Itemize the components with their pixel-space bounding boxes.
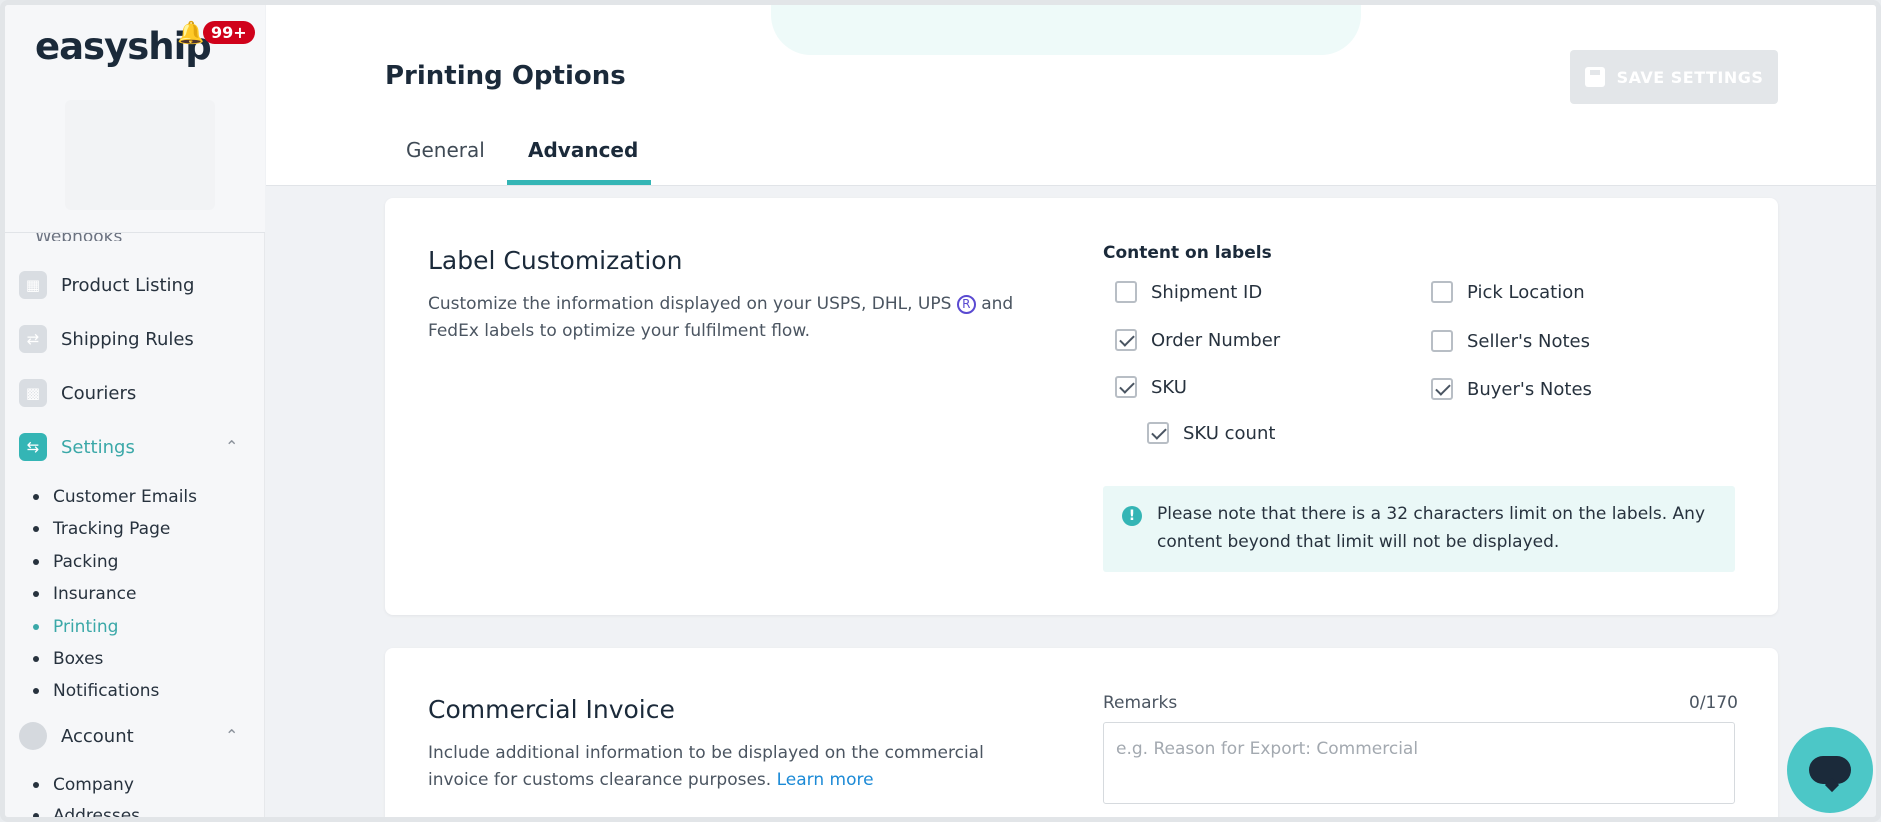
remarks-char-count: 0/170 xyxy=(1689,693,1738,713)
checkbox[interactable] xyxy=(1147,422,1169,444)
bell-icon[interactable]: 🔔 xyxy=(177,21,204,46)
checkbox[interactable] xyxy=(1115,281,1137,303)
chat-button[interactable] xyxy=(1787,727,1873,813)
checkbox[interactable] xyxy=(1431,281,1453,303)
commercial-invoice-card: Commercial Invoice Include additional in… xyxy=(385,648,1778,817)
sidebar-subitem-packing[interactable]: Packing xyxy=(33,552,118,572)
remarks-input[interactable] xyxy=(1103,722,1735,804)
app-window: Webhooks easyship 🔔 99+ ▦ Product Listin… xyxy=(0,0,1881,822)
remarks-label: Remarks xyxy=(1103,693,1178,713)
subitem-label: Printing xyxy=(53,617,119,637)
sidebar-item-label: Settings xyxy=(61,436,135,458)
sidebar-item-label: Couriers xyxy=(61,382,137,404)
sidebar-subitem-insurance[interactable]: Insurance xyxy=(33,584,136,604)
avatar xyxy=(19,722,47,750)
sidebar-subitem-printing[interactable]: Printing xyxy=(33,617,118,637)
checkbox-sku-count[interactable]: SKU count xyxy=(1147,422,1275,444)
sidebar-subitem-notifications[interactable]: Notifications xyxy=(33,681,159,701)
character-limit-note: ! Please note that there is a 32 charact… xyxy=(1103,486,1735,572)
notification-badge[interactable]: 99+ xyxy=(203,21,255,44)
bullet-icon xyxy=(33,624,39,630)
sidebar-item-label: Product Listing xyxy=(61,274,195,296)
section-description: Customize the information displayed on y… xyxy=(428,291,1038,345)
save-icon xyxy=(1584,67,1605,87)
bullet-icon xyxy=(33,782,39,788)
tab-general[interactable]: General xyxy=(406,138,485,162)
sidebar-item-couriers[interactable]: ▩ Couriers xyxy=(19,376,136,410)
checkbox[interactable] xyxy=(1431,330,1453,352)
checkbox-label: Shipment ID xyxy=(1151,281,1263,303)
checkbox-shipment-id[interactable]: Shipment ID xyxy=(1115,281,1262,303)
active-tab-indicator xyxy=(507,180,651,185)
note-text: Please note that there is a 32 character… xyxy=(1157,504,1706,552)
subitem-label: Company xyxy=(53,775,134,795)
chat-icon xyxy=(1809,756,1851,784)
sidebar-item-label: Account xyxy=(61,725,134,747)
checkbox[interactable] xyxy=(1115,329,1137,351)
subitem-label: Addresses xyxy=(53,806,141,822)
sidebar-item-product-listing[interactable]: ▦ Product Listing xyxy=(19,268,194,302)
checkbox-sku[interactable]: SKU xyxy=(1115,376,1187,398)
section-description: Include additional information to be dis… xyxy=(428,740,1038,794)
bullet-icon xyxy=(33,494,39,500)
checkbox-label: Pick Location xyxy=(1467,281,1585,303)
checkbox-label: SKU xyxy=(1151,376,1187,398)
section-title: Label Customization xyxy=(428,246,683,275)
chevron-up-icon[interactable]: ⌃ xyxy=(225,726,238,745)
sidebar-subitem-company[interactable]: Company xyxy=(33,775,134,795)
subitem-label: Insurance xyxy=(53,584,137,604)
checkbox-label: Order Number xyxy=(1151,329,1281,351)
description-text: Customize the information displayed on y… xyxy=(428,294,952,314)
page-title: Printing Options xyxy=(385,61,626,91)
section-title: Commercial Invoice xyxy=(428,695,675,724)
subitem-label: Notifications xyxy=(53,681,160,701)
checkbox[interactable] xyxy=(1115,376,1137,398)
content-on-labels-heading: Content on labels xyxy=(1103,243,1272,263)
learn-more-link[interactable]: Learn more xyxy=(777,770,874,790)
sidebar-item-account[interactable]: Account xyxy=(19,719,134,753)
sidebar-item-shipping-rules[interactable]: ⇄ Shipping Rules xyxy=(19,322,194,356)
subitem-label: Boxes xyxy=(53,649,104,669)
sidebar-placeholder xyxy=(65,100,215,210)
description-text: Include additional information to be dis… xyxy=(428,743,984,790)
save-settings-button[interactable]: SAVE SETTINGS xyxy=(1570,50,1778,104)
checkbox-sellers-notes[interactable]: Seller's Notes xyxy=(1431,330,1590,352)
sidebar-subitem-boxes[interactable]: Boxes xyxy=(33,649,103,669)
registered-mark-icon: R xyxy=(956,295,976,314)
subitem-label: Tracking Page xyxy=(53,519,171,539)
checkbox-buyers-notes[interactable]: Buyer's Notes xyxy=(1431,378,1592,400)
sidebar-item-label: Shipping Rules xyxy=(61,328,194,350)
top-banner xyxy=(771,5,1361,55)
couriers-icon: ▩ xyxy=(19,379,47,407)
bullet-icon xyxy=(33,559,39,565)
sidebar-header: easyship 🔔 99+ xyxy=(5,5,265,233)
sidebar-subitem-addresses[interactable]: Addresses xyxy=(33,806,141,822)
shipping-rules-icon: ⇄ xyxy=(19,325,47,353)
sidebar-subitem-customer-emails[interactable]: Customer Emails xyxy=(33,487,197,507)
settings-icon: ⇆ xyxy=(19,433,47,461)
info-icon: ! xyxy=(1122,506,1142,526)
checkbox[interactable] xyxy=(1431,378,1453,400)
save-button-label: SAVE SETTINGS xyxy=(1616,67,1764,87)
sidebar-item-settings[interactable]: ⇆ Settings xyxy=(19,430,135,464)
subitem-label: Customer Emails xyxy=(53,487,198,507)
checkbox-pick-location[interactable]: Pick Location xyxy=(1431,281,1585,303)
product-listing-icon: ▦ xyxy=(19,271,47,299)
page-header: Printing Options SAVE SETTINGS General A… xyxy=(266,5,1876,186)
checkbox-label: Buyer's Notes xyxy=(1467,378,1592,400)
subitem-label: Packing xyxy=(53,552,119,572)
sidebar: Webhooks easyship 🔔 99+ ▦ Product Listin… xyxy=(5,5,265,822)
bullet-icon xyxy=(33,688,39,694)
sidebar-subitem-tracking-page[interactable]: Tracking Page xyxy=(33,519,170,539)
checkbox-order-number[interactable]: Order Number xyxy=(1115,329,1280,351)
label-customization-card: Label Customization Customize the inform… xyxy=(385,198,1778,615)
bullet-icon xyxy=(33,526,39,532)
checkbox-label: SKU count xyxy=(1183,422,1276,444)
tab-advanced[interactable]: Advanced xyxy=(528,138,638,162)
chevron-up-icon[interactable]: ⌃ xyxy=(225,437,238,456)
bullet-icon xyxy=(33,656,39,662)
bullet-icon xyxy=(33,813,39,817)
checkbox-label: Seller's Notes xyxy=(1467,330,1591,352)
bullet-icon xyxy=(33,591,39,597)
